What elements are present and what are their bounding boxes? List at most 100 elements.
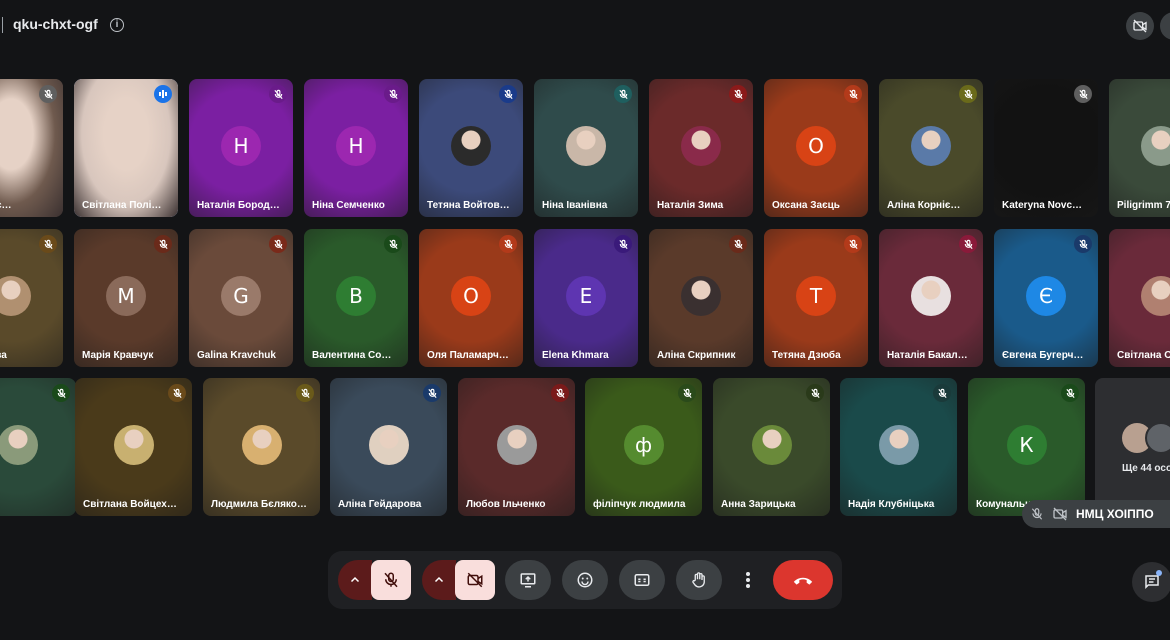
- participant-tile[interactable]: Аліна Гейдарова: [330, 378, 447, 516]
- participant-tile[interactable]: ф філіпчук людмила: [585, 378, 702, 516]
- raise-hand-button[interactable]: [676, 560, 722, 600]
- mic-off-icon: [844, 85, 862, 103]
- more-participants-tile[interactable]: Ще 44 осо: [1095, 378, 1170, 516]
- participant-tile[interactable]: Аліна Скрипник: [649, 229, 753, 367]
- participant-tile[interactable]: В Валентина Со…: [304, 229, 408, 367]
- avatar: [911, 276, 951, 316]
- participant-tile[interactable]: К Комунальн…: [968, 378, 1085, 516]
- participant-tile[interactable]: Аліна Корніє…: [879, 79, 983, 217]
- participant-name: Аліна Скрипник: [657, 350, 736, 361]
- participant-tile[interactable]: Людмила Бєляко…: [203, 378, 320, 516]
- mic-off-icon: [959, 235, 977, 253]
- avatar-initial: К: [1006, 425, 1047, 465]
- participant-name: Євгена Бугерч…: [1002, 350, 1084, 361]
- participant-tile[interactable]: О Оксана Заєць: [764, 79, 868, 217]
- participant-name: Наталія Бакал…: [887, 350, 968, 361]
- avatar: [496, 425, 537, 465]
- participant-tile[interactable]: Т Тетяна Дзюба: [764, 229, 868, 367]
- mic-options-button[interactable]: [338, 560, 372, 600]
- participant-tile[interactable]: Наталія Зима: [649, 79, 753, 217]
- mic-off-icon: [423, 384, 441, 402]
- participant-tile[interactable]: Буйміс…: [0, 79, 63, 217]
- participant-tile[interactable]: Наталія Бакал…: [879, 229, 983, 367]
- participant-name: уканова: [0, 350, 7, 361]
- avatar-initial: О: [796, 126, 836, 166]
- avatar: [0, 276, 31, 316]
- participant-name: Валентина Со…: [312, 350, 392, 361]
- participant-name: рмазій: [0, 499, 72, 510]
- mic-off-icon: [729, 235, 747, 253]
- mic-off-icon: [614, 235, 632, 253]
- emoji-icon: [577, 572, 593, 588]
- account-icon[interactable]: [1160, 12, 1170, 40]
- info-icon[interactable]: i: [110, 18, 124, 32]
- avatar: [368, 425, 409, 465]
- chevron-up-icon: [434, 576, 444, 583]
- participant-tile[interactable]: G Galina Kravchuk: [189, 229, 293, 367]
- participant-tile[interactable]: уканова: [0, 229, 63, 367]
- avatar: [1141, 276, 1170, 316]
- participant-tile[interactable]: Kateryna Novc…: [994, 79, 1098, 217]
- end-call-icon: [793, 577, 813, 585]
- participant-name: Оксана Заєць: [772, 200, 840, 211]
- participant-tile[interactable]: Любов Ільченко: [458, 378, 575, 516]
- avatar-initial: М: [106, 276, 146, 316]
- participant-name: Elena Khmara: [542, 350, 609, 361]
- participant-tile[interactable]: Н Наталія Бород…: [189, 79, 293, 217]
- participant-tile[interactable]: Світлана О…: [1109, 229, 1170, 367]
- participant-tile[interactable]: М Марія Кравчук: [74, 229, 178, 367]
- avatar: [681, 276, 721, 316]
- participant-tile[interactable]: Н Ніна Семченко: [304, 79, 408, 217]
- participant-name: Наталія Зима: [657, 200, 724, 211]
- participant-tile[interactable]: Ніна Іванівна: [534, 79, 638, 217]
- chat-button[interactable]: [1132, 562, 1170, 602]
- participant-tile[interactable]: Piligrimm 7": [1109, 79, 1170, 217]
- mic-off-icon: [499, 235, 517, 253]
- mic-off-icon: [499, 85, 517, 103]
- avatar-initial: ф: [623, 425, 664, 465]
- participant-name: Буйміс…: [0, 200, 12, 211]
- participant-tile[interactable]: Надія Клубніцька: [840, 378, 957, 516]
- participant-name: Людмила Бєляко…: [211, 499, 307, 510]
- mic-toggle-button[interactable]: [371, 560, 411, 600]
- mic-off-icon: [933, 384, 951, 402]
- participant-tile[interactable]: Світлана Полі…: [74, 79, 178, 217]
- emoji-button[interactable]: [562, 560, 608, 600]
- present-button[interactable]: [505, 560, 551, 600]
- participant-name: Ніна Семченко: [312, 200, 385, 211]
- participant-name: Ніна Іванівна: [542, 200, 608, 211]
- participant-tile[interactable]: О Оля Паламарч…: [419, 229, 523, 367]
- mic-off-icon: [729, 85, 747, 103]
- mic-off-icon: [52, 384, 70, 402]
- participant-tile[interactable]: Анна Зарицька: [713, 378, 830, 516]
- participant-name: Наталія Бород…: [197, 200, 280, 211]
- participant-tile[interactable]: Е Elena Khmara: [534, 229, 638, 367]
- camera-toggle-button[interactable]: [455, 560, 495, 600]
- camera-options-button[interactable]: [422, 560, 456, 600]
- participant-tile[interactable]: Є Євгена Бугерч…: [994, 229, 1098, 367]
- host-chip[interactable]: НМЦ ХОІППО: [1022, 500, 1170, 528]
- captions-button[interactable]: [619, 560, 665, 600]
- camera-off-icon[interactable]: [1126, 12, 1154, 40]
- participant-tile[interactable]: Світлана Войцех…: [75, 378, 192, 516]
- participant-name: Надія Клубніцька: [848, 499, 935, 510]
- participant-tile[interactable]: рмазій: [0, 378, 76, 516]
- more-options-button[interactable]: [733, 560, 763, 600]
- camera-off-icon: [467, 572, 483, 588]
- avatar-initial: В: [336, 276, 376, 316]
- avatar-initial: Т: [796, 276, 836, 316]
- chat-notification-dot: [1156, 570, 1162, 576]
- avatar-initial: Е: [566, 276, 606, 316]
- avatar: [451, 126, 491, 166]
- participant-name: Тетяна Войтов…: [427, 200, 510, 211]
- participant-name: Оля Паламарч…: [427, 350, 509, 361]
- participant-tile[interactable]: Тетяна Войтов…: [419, 79, 523, 217]
- captions-icon: [634, 574, 650, 586]
- avatar-initial: Н: [336, 126, 376, 166]
- avatar-stack: [1121, 422, 1170, 463]
- mic-off-icon: [614, 85, 632, 103]
- avatar-initial: Є: [1026, 276, 1066, 316]
- end-call-button[interactable]: [773, 560, 833, 600]
- mic-off-icon: [551, 384, 569, 402]
- mic-off-icon: [269, 85, 287, 103]
